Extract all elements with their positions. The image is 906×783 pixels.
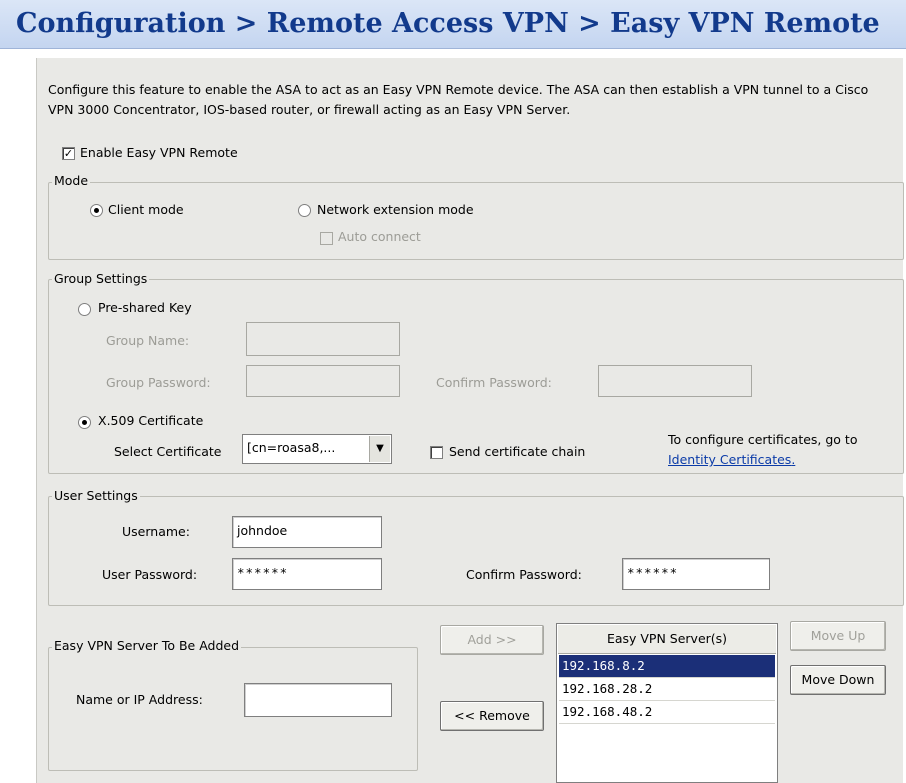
move-down-button[interactable]: Move Down [790,665,886,695]
x509-certificate-label: X.509 Certificate [98,413,204,428]
list-item[interactable]: 192.168.28.2 [559,678,775,701]
enable-easy-vpn-checkbox[interactable]: ✓ [62,147,75,160]
pre-shared-key-radio[interactable] [78,303,91,316]
group-settings-legend: Group Settings [52,271,150,286]
group-name-label: Group Name: [106,333,190,348]
mode-legend: Mode [52,173,91,188]
move-up-button[interactable]: Move Up [790,621,886,651]
identity-certificates-link[interactable]: Identity Certificates. [668,452,795,467]
list-item[interactable]: 192.168.8.2 [559,655,775,678]
select-certificate-label: Select Certificate [114,444,222,459]
username-input[interactable]: johndoe [232,516,382,548]
list-item[interactable]: 192.168.48.2 [559,701,775,724]
group-confirm-password-input[interactable] [598,365,752,397]
group-confirm-password-label: Confirm Password: [436,375,552,390]
network-extension-mode-label: Network extension mode [317,202,474,217]
send-certificate-chain-label: Send certificate chain [449,444,586,459]
x509-certificate-radio[interactable] [78,416,91,429]
title-bar: Configuration > Remote Access VPN > Easy… [0,0,906,49]
remove-button[interactable]: << Remove [440,701,544,731]
description-text: Configure this feature to enable the ASA… [48,82,869,117]
mode-group [48,182,904,260]
easy-vpn-servers-list[interactable]: Easy VPN Server(s) 192.168.8.2 192.168.2… [556,623,778,783]
enable-easy-vpn-label: Enable Easy VPN Remote [80,145,238,160]
user-password-label: User Password: [102,567,198,582]
easy-vpn-servers-header: Easy VPN Server(s) [558,625,776,654]
pre-shared-key-label: Pre-shared Key [98,300,192,315]
user-confirm-password-label: Confirm Password: [466,567,582,582]
user-confirm-password-input[interactable]: ****** [622,558,770,590]
identity-certificates-link-suffix: . [791,452,796,467]
chevron-down-icon[interactable]: ▼ [369,436,390,462]
configure-certificates-note: To configure certificates, go to [668,432,858,447]
auto-connect-label: Auto connect [338,229,421,244]
page-title: Configuration > Remote Access VPN > Easy… [16,8,880,39]
username-label: Username: [122,524,190,539]
user-settings-legend: User Settings [52,488,140,503]
send-certificate-chain-checkbox[interactable] [430,446,443,459]
group-password-label: Group Password: [106,375,211,390]
auto-connect-checkbox[interactable] [320,232,333,245]
server-to-add-legend: Easy VPN Server To Be Added [52,638,242,653]
group-name-input[interactable] [246,322,400,356]
select-certificate-value: [cn=roasa8,... [247,440,336,455]
network-extension-mode-radio[interactable] [298,204,311,217]
group-password-input[interactable] [246,365,400,397]
select-certificate-dropdown[interactable]: [cn=roasa8,... ▼ [242,434,392,464]
user-password-input[interactable]: ****** [232,558,382,590]
user-settings-group [48,496,904,606]
name-or-ip-input[interactable] [244,683,392,717]
client-mode-radio[interactable] [90,204,103,217]
add-button[interactable]: Add >> [440,625,544,655]
identity-certificates-link-text[interactable]: Identity Certificates [668,452,791,467]
name-or-ip-label: Name or IP Address: [76,692,203,707]
client-mode-label: Client mode [108,202,184,217]
